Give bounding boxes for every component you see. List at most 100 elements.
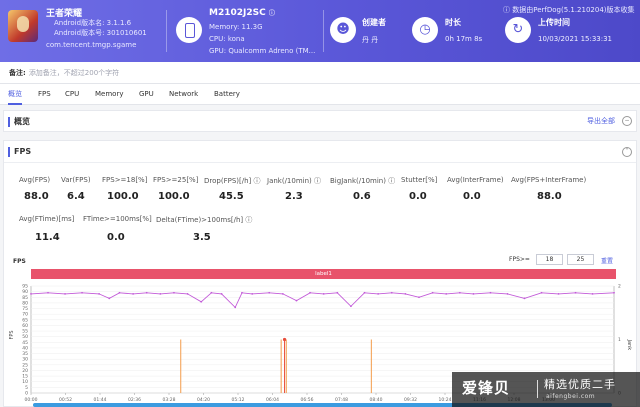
tab-fps[interactable]: FPS: [38, 84, 51, 105]
metric-label: Jank(/10min) ⓘ: [267, 177, 322, 185]
x-tick-label: 06:56: [301, 397, 314, 403]
fps-point: [118, 291, 121, 294]
fps-point: [540, 291, 543, 294]
fps-point: [173, 291, 175, 294]
chevron-down-icon[interactable]: ˅: [622, 147, 632, 157]
y-tick-label: 20: [22, 368, 28, 374]
section-marker: [8, 117, 10, 127]
duration-label: 时长: [445, 18, 461, 27]
metric-label: FTime>=100ms[%]: [83, 215, 152, 223]
fps-point: [268, 291, 271, 294]
duration-value: 0h 17m 8s: [445, 35, 483, 43]
fps-point: [220, 292, 223, 295]
info-icon[interactable]: ⓘ: [269, 10, 275, 17]
x-tick-label: 07:48: [335, 397, 348, 403]
section-marker: [8, 147, 10, 157]
upload-value: 10/03/2021 15:33:31: [538, 35, 613, 43]
metric-value: 0.0: [107, 232, 125, 243]
overview-section: 概览 导出全部 −: [3, 110, 637, 132]
fps-point: [377, 292, 380, 295]
app-icon: [8, 10, 38, 42]
fps-point: [281, 292, 284, 295]
tab-gpu[interactable]: GPU: [139, 84, 154, 105]
note-placeholder[interactable]: 添加备注，不超过200个字符: [29, 69, 119, 77]
metric-value: 88.0: [24, 191, 49, 202]
metric-value: 6.4: [67, 191, 85, 202]
metric-label: FPS>=18[%]: [102, 176, 148, 184]
metric-value: 0.0: [409, 191, 427, 202]
y-tick-label: 55: [22, 329, 28, 335]
fps-point: [186, 292, 189, 295]
overview-title: 概览: [14, 117, 30, 126]
y-tick-label: 40: [22, 345, 28, 351]
info-icon: ⓘ: [503, 6, 513, 14]
metric-label: Stutter[%]: [401, 176, 438, 184]
header-divider: [166, 10, 167, 52]
history-icon: ↻: [505, 17, 531, 43]
fps-point: [506, 292, 509, 295]
x-tick-label: 01:44: [94, 397, 107, 403]
watermark-divider: [537, 380, 538, 398]
y-tick-label: 15: [22, 374, 28, 380]
tab-battery[interactable]: Battery: [214, 84, 240, 105]
tab-bar: 概览 FPS CPU Memory GPU Network Battery: [0, 84, 640, 105]
fps-point: [390, 291, 393, 294]
metric-label: Avg(InterFrame): [447, 176, 504, 184]
device-gpu: GPU: Qualcomm Adreno (TM...: [209, 47, 316, 55]
y-tick-label: 75: [22, 306, 28, 312]
y-tick-label: 0: [25, 391, 28, 397]
x-tick-label: 10:24: [439, 397, 452, 403]
watermark-url: aifengbei.com: [546, 393, 596, 400]
y-tick-label: 25: [22, 362, 28, 368]
fps-point: [241, 291, 243, 294]
fps-point: [81, 291, 83, 294]
tab-network[interactable]: Network: [169, 84, 198, 105]
help-icon[interactable]: ⓘ: [314, 177, 321, 185]
device-cpu: CPU: kona: [209, 35, 245, 43]
metric-value: 11.4: [35, 232, 60, 243]
fps-point: [458, 291, 461, 294]
export-all-button[interactable]: 导出全部: [587, 111, 615, 132]
y2-tick-label: 1: [618, 337, 621, 343]
fps-point: [234, 306, 237, 309]
y-tick-label: 50: [22, 334, 28, 340]
fps-point: [145, 291, 148, 294]
fps-point: [64, 292, 66, 295]
collapse-icon[interactable]: −: [622, 116, 632, 126]
app-version-name: Android版本名: 3.1.1.6: [54, 19, 132, 27]
watermark-slogan: 精选优质二手: [544, 378, 616, 391]
y-tick-label: 80: [22, 300, 28, 306]
fps-point: [404, 292, 407, 295]
report-page: 王者荣耀 Android版本名: 3.1.1.6 Android版本号: 301…: [0, 0, 640, 407]
metric-value: 0.6: [353, 191, 371, 202]
fps-point: [210, 291, 213, 294]
metric-label: Drop(FPS)[/h] ⓘ: [204, 177, 261, 185]
fps-series-line: [30, 292, 615, 309]
fps-point: [489, 291, 492, 294]
x-tick-label: 06:04: [266, 397, 279, 403]
bigjank-marker: [282, 337, 287, 342]
y-tick-label: 90: [22, 289, 28, 295]
fps-point: [613, 291, 615, 294]
tab-overview[interactable]: 概览: [8, 84, 22, 105]
tab-memory[interactable]: Memory: [95, 84, 123, 105]
note-label: 备注:: [9, 69, 26, 77]
fps-header: FPS ˅: [4, 141, 636, 163]
metric-label: Var(FPS): [61, 176, 91, 184]
fps-title: FPS: [14, 147, 32, 156]
fps-point: [431, 291, 434, 294]
metric-label: Avg(FTime)[ms]: [19, 215, 75, 223]
x-tick-label: 08:40: [370, 397, 383, 403]
fps-point: [472, 292, 475, 295]
note-field[interactable]: 备注: 添加备注，不超过200个字符: [0, 62, 640, 84]
y-tick-label: 30: [22, 357, 28, 363]
help-icon[interactable]: ⓘ: [388, 177, 395, 185]
fps-point: [251, 292, 254, 295]
app-package: com.tencent.tmgp.sgame: [46, 41, 137, 49]
tab-cpu[interactable]: CPU: [65, 84, 79, 105]
help-icon[interactable]: ⓘ: [245, 216, 252, 224]
perfdog-version: ⓘ 数据由PerfDog(5.1.210204)版本收集: [503, 6, 635, 14]
fps-point: [98, 292, 100, 295]
help-icon[interactable]: ⓘ: [253, 177, 260, 185]
metric-value: 100.0: [107, 191, 139, 202]
